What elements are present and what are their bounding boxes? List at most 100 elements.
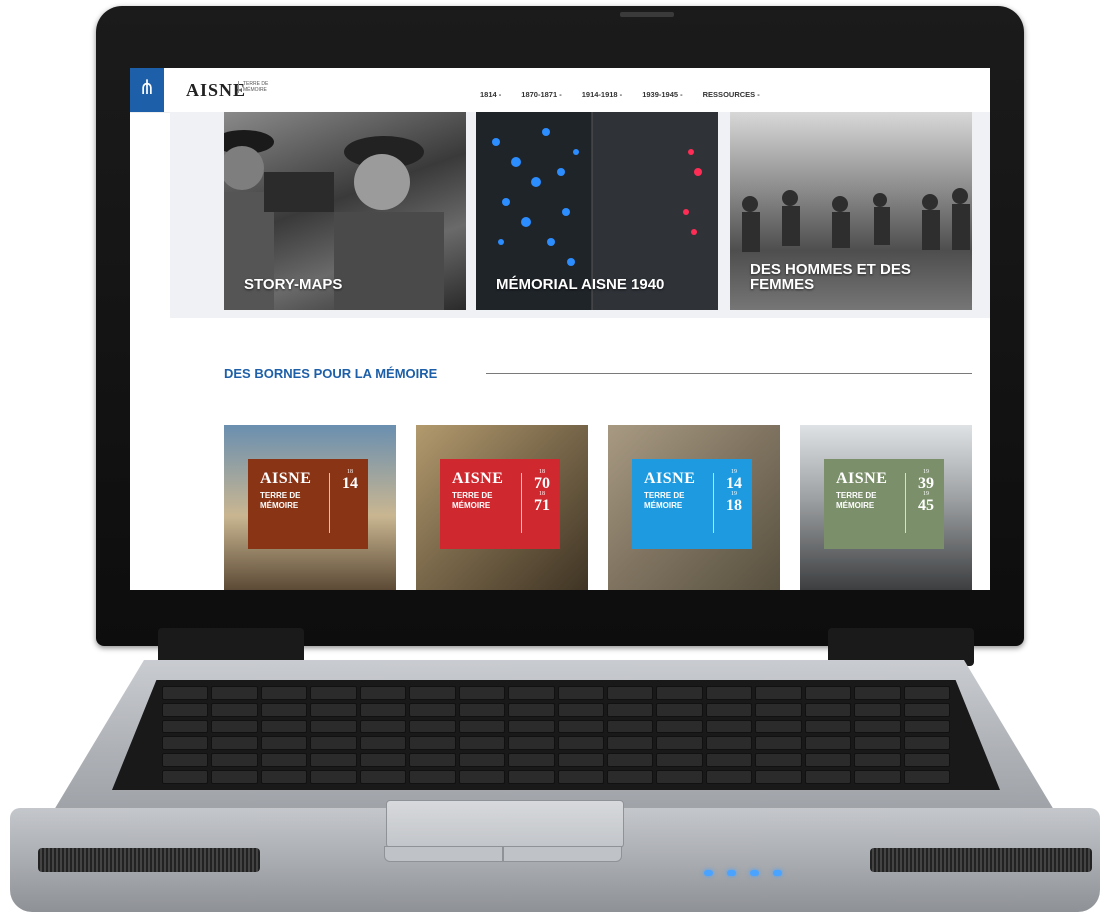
keyboard-key[interactable] xyxy=(557,753,604,768)
keyboard-key[interactable] xyxy=(162,736,209,751)
card-1870-1871[interactable]: AISNE TERRE DE MÉMOIRE 18 70 18 71 xyxy=(416,425,588,590)
keyboard-key[interactable] xyxy=(211,719,258,734)
keyboard-key[interactable] xyxy=(458,736,506,751)
keyboard-key[interactable] xyxy=(162,719,209,734)
keyboard-key[interactable] xyxy=(458,719,506,734)
keyboard-key[interactable] xyxy=(211,702,258,717)
nav-item-1939-1945[interactable]: 1939-1945 - xyxy=(642,90,682,99)
keyboard-key[interactable] xyxy=(211,686,258,700)
keyboard-key[interactable] xyxy=(903,770,950,784)
nav-item-ressources[interactable]: RESSOURCES - xyxy=(703,90,760,99)
hero-tile-story-maps[interactable]: STORY-MAPS xyxy=(224,112,466,310)
keyboard-key[interactable] xyxy=(656,753,703,768)
keyboard-key[interactable] xyxy=(755,686,802,700)
keyboard-key[interactable] xyxy=(409,736,456,751)
keyboard-key[interactable] xyxy=(804,753,852,768)
keyboard-key[interactable] xyxy=(508,719,555,734)
keyboard-key[interactable] xyxy=(211,770,258,784)
keyboard-key[interactable] xyxy=(310,736,357,751)
keyboard-key[interactable] xyxy=(557,719,604,734)
keyboard-key[interactable] xyxy=(755,770,802,784)
keyboard-key[interactable] xyxy=(854,736,901,751)
keyboard-key[interactable] xyxy=(409,770,456,784)
keyboard-key[interactable] xyxy=(656,686,703,700)
keyboard-key[interactable] xyxy=(260,702,308,717)
keyboard-key[interactable] xyxy=(508,753,555,768)
keyboard-key[interactable] xyxy=(260,719,308,734)
nav-item-1814[interactable]: 1814 - xyxy=(480,90,501,99)
keyboard-key[interactable] xyxy=(557,686,604,700)
keyboard-key[interactable] xyxy=(854,770,901,784)
keyboard-key[interactable] xyxy=(804,702,852,717)
keyboard-key[interactable] xyxy=(755,753,802,768)
keyboard-key[interactable] xyxy=(409,686,456,700)
keyboard-key[interactable] xyxy=(903,719,950,734)
keyboard-key[interactable] xyxy=(656,702,703,717)
keyboard-key[interactable] xyxy=(260,770,308,784)
keyboard-key[interactable] xyxy=(310,686,357,700)
keyboard-key[interactable] xyxy=(804,770,852,784)
keyboard-key[interactable] xyxy=(755,702,802,717)
nav-item-1870-1871[interactable]: 1870-1871 - xyxy=(521,90,561,99)
keyboard-key[interactable] xyxy=(656,736,703,751)
keyboard-key[interactable] xyxy=(508,736,555,751)
keyboard-key[interactable] xyxy=(606,686,654,700)
keyboard-key[interactable] xyxy=(162,753,209,768)
hero-tile-hommes-femmes[interactable]: DES HOMMES ET DES FEMMES xyxy=(730,112,972,310)
keyboard-key[interactable] xyxy=(211,736,258,751)
keyboard-key[interactable] xyxy=(606,770,654,784)
keyboard-key[interactable] xyxy=(606,753,654,768)
keyboard-key[interactable] xyxy=(705,736,753,751)
department-logo-icon[interactable]: ⋔ xyxy=(130,68,164,112)
keyboard-key[interactable] xyxy=(359,719,407,734)
keyboard-key[interactable] xyxy=(656,770,703,784)
card-1939-1945[interactable]: AISNE TERRE DE MÉMOIRE 19 39 19 45 xyxy=(800,425,972,590)
keyboard-key[interactable] xyxy=(903,686,950,700)
keyboard-key[interactable] xyxy=(705,719,753,734)
keyboard-key[interactable] xyxy=(755,719,802,734)
keyboard-key[interactable] xyxy=(903,753,950,768)
keyboard-key[interactable] xyxy=(260,736,308,751)
keyboard-key[interactable] xyxy=(705,686,753,700)
keyboard-key[interactable] xyxy=(211,753,258,768)
touchpad[interactable] xyxy=(386,800,624,848)
keyboard-key[interactable] xyxy=(458,702,506,717)
keyboard-key[interactable] xyxy=(359,702,407,717)
card-1814[interactable]: AISNE TERRE DE MÉMOIRE 18 14 xyxy=(224,425,396,590)
keyboard-key[interactable] xyxy=(903,736,950,751)
keyboard-key[interactable] xyxy=(458,686,506,700)
keyboard-key[interactable] xyxy=(508,770,555,784)
keyboard-key[interactable] xyxy=(458,753,506,768)
keyboard-key[interactable] xyxy=(409,719,456,734)
keyboard-key[interactable] xyxy=(804,736,852,751)
keyboard-key[interactable] xyxy=(310,770,357,784)
keyboard-key[interactable] xyxy=(359,753,407,768)
keyboard-key[interactable] xyxy=(606,719,654,734)
keyboard-key[interactable] xyxy=(755,736,802,751)
keyboard-key[interactable] xyxy=(854,753,901,768)
keyboard-key[interactable] xyxy=(310,753,357,768)
keyboard-key[interactable] xyxy=(162,686,209,700)
keyboard-key[interactable] xyxy=(606,702,654,717)
keyboard-key[interactable] xyxy=(359,770,407,784)
keyboard-key[interactable] xyxy=(508,686,555,700)
keyboard-key[interactable] xyxy=(903,702,950,717)
keyboard-key[interactable] xyxy=(508,702,555,717)
keyboard-key[interactable] xyxy=(854,686,901,700)
hero-tile-memorial[interactable]: MÉMORIAL AISNE 1940 xyxy=(476,112,718,310)
keyboard-key[interactable] xyxy=(656,719,703,734)
keyboard-key[interactable] xyxy=(409,702,456,717)
keyboard-key[interactable] xyxy=(310,719,357,734)
keyboard-key[interactable] xyxy=(409,753,456,768)
keyboard-key[interactable] xyxy=(804,686,852,700)
keyboard-key[interactable] xyxy=(162,702,209,717)
keyboard-key[interactable] xyxy=(359,736,407,751)
keyboard-key[interactable] xyxy=(804,719,852,734)
keyboard-key[interactable] xyxy=(854,702,901,717)
keyboard-key[interactable] xyxy=(359,686,407,700)
card-1914-1918[interactable]: AISNE TERRE DE MÉMOIRE 19 14 19 18 xyxy=(608,425,780,590)
keyboard-key[interactable] xyxy=(557,770,604,784)
keyboard-key[interactable] xyxy=(705,753,753,768)
keyboard-key[interactable] xyxy=(705,702,753,717)
keyboard-key[interactable] xyxy=(260,753,308,768)
